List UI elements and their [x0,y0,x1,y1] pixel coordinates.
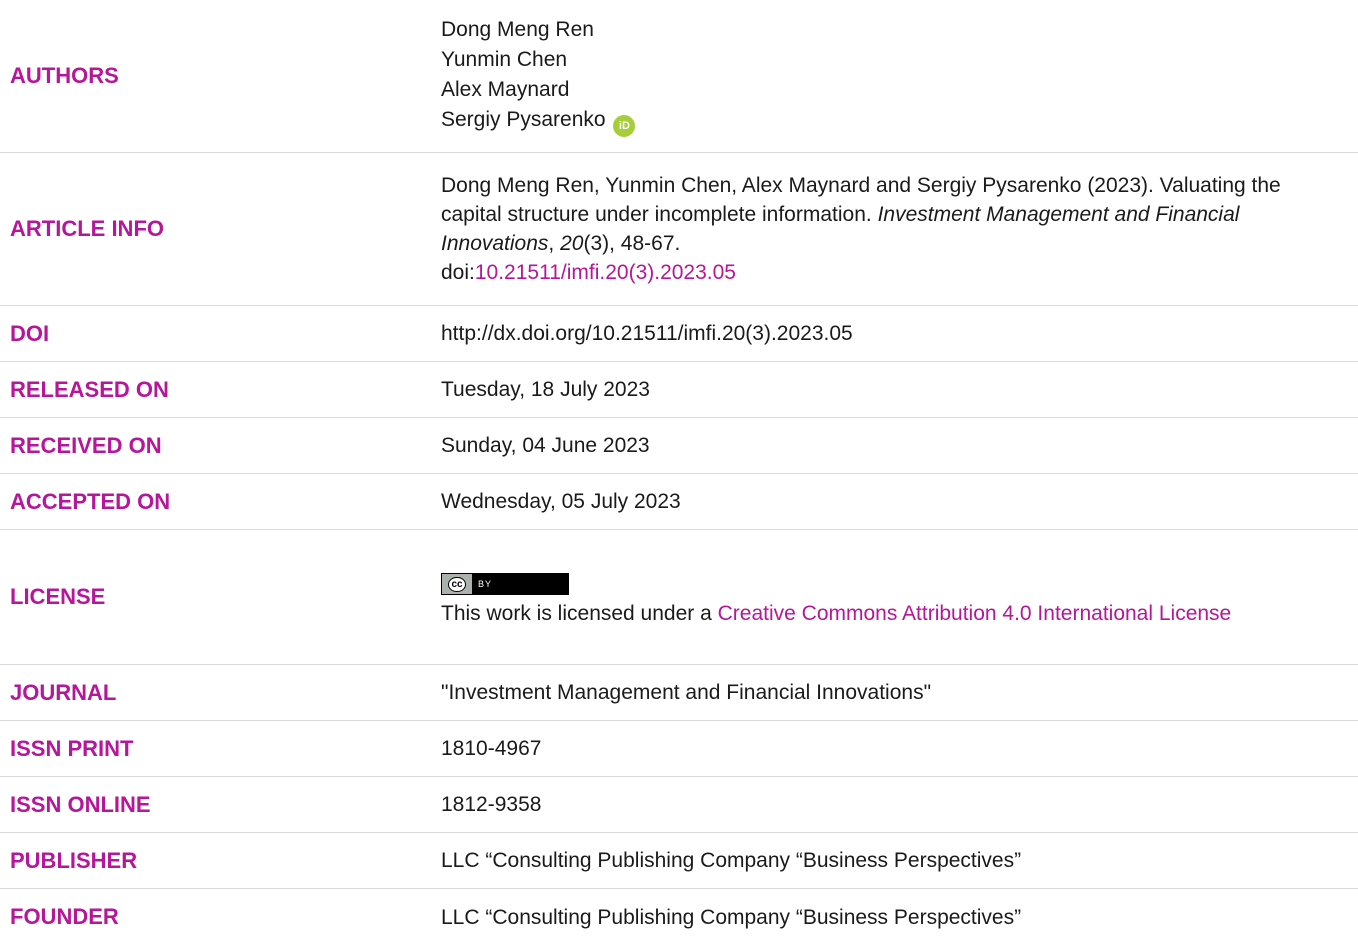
issn-online-value: 1812-9358 [441,793,542,816]
released-on-label: RELEASED ON [10,376,169,402]
author-name: Yunmin Chen [441,48,568,71]
cc-icon: cc [448,576,466,592]
founder-row: FOUNDER LLC “Consulting Publishing Compa… [0,889,1358,945]
accepted-on-value: Wednesday, 05 July 2023 [441,490,681,513]
authors-list: Dong Meng Ren Yunmin Chen Alex Maynard S… [441,15,1358,137]
doi-prefix: doi: [441,261,475,284]
author-name: Alex Maynard [441,78,570,101]
journal-value: "Investment Management and Financial Inn… [441,681,932,704]
doi-row: DOI http://dx.doi.org/10.21511/imfi.20(3… [0,306,1358,362]
license-text: This work is licensed under a Creative C… [441,599,1338,628]
received-on-row: RECEIVED ON Sunday, 04 June 2023 [0,418,1358,474]
citation-volume: 20 [560,232,584,255]
article-info-label: ARTICLE INFO [10,216,164,241]
author-name-with-orcid: Sergiy Pysarenko iD [441,105,1338,137]
license-link[interactable]: Creative Commons Attribution 4.0 Interna… [718,602,1232,625]
accepted-on-row: ACCEPTED ON Wednesday, 05 July 2023 [0,474,1358,530]
founder-value: LLC “Consulting Publishing Company “Busi… [441,905,1022,929]
publisher-row: PUBLISHER LLC “Consulting Publishing Com… [0,833,1358,889]
citation-issue-pages: (3), 48-67. [583,232,681,255]
issn-print-value: 1810-4967 [441,737,542,760]
received-on-value: Sunday, 04 June 2023 [441,434,650,457]
issn-online-row: ISSN ONLINE 1812-9358 [0,777,1358,833]
license-value: cc BY This work is licensed under a Crea… [441,566,1358,629]
cc-by-badge-icon[interactable]: cc BY [441,573,569,596]
author-name: Dong Meng Ren [441,18,594,41]
issn-print-label: ISSN PRINT [10,735,134,761]
orcid-icon[interactable]: iD [613,115,636,137]
license-row: LICENSE cc BY This work is licensed unde… [0,530,1358,665]
publisher-label: PUBLISHER [10,847,138,873]
received-on-label: RECEIVED ON [10,432,162,458]
authors-row: AUTHORS Dong Meng Ren Yunmin Chen Alex M… [0,0,1358,153]
publisher-value: LLC “Consulting Publishing Company “Busi… [441,849,1022,872]
article-metadata-table: AUTHORS Dong Meng Ren Yunmin Chen Alex M… [0,0,1358,945]
article-info-row: ARTICLE INFO Dong Meng Ren, Yunmin Chen,… [0,153,1358,306]
released-on-row: RELEASED ON Tuesday, 18 July 2023 [0,362,1358,418]
journal-label: JOURNAL [10,679,117,705]
doi-label: DOI [10,320,50,346]
author-name: Sergiy Pysarenko [441,108,606,131]
journal-row: JOURNAL "Investment Management and Finan… [0,665,1358,721]
released-on-value: Tuesday, 18 July 2023 [441,378,650,401]
authors-label: AUTHORS [10,63,119,88]
accepted-on-label: ACCEPTED ON [10,488,171,514]
doi-value: http://dx.doi.org/10.21511/imfi.20(3).20… [441,322,853,345]
license-label: LICENSE [10,584,106,609]
issn-print-row: ISSN PRINT 1810-4967 [0,721,1358,777]
license-text-prefix: This work is licensed under a [441,602,718,626]
citation-doi-link[interactable]: 10.21511/imfi.20(3).2023.05 [475,261,736,284]
article-citation: Dong Meng Ren, Yunmin Chen, Alex Maynard… [441,171,1358,287]
citation-comma: , [548,232,561,255]
issn-online-label: ISSN ONLINE [10,791,151,817]
by-text: BY [478,578,493,589]
founder-label: FOUNDER [10,904,119,929]
